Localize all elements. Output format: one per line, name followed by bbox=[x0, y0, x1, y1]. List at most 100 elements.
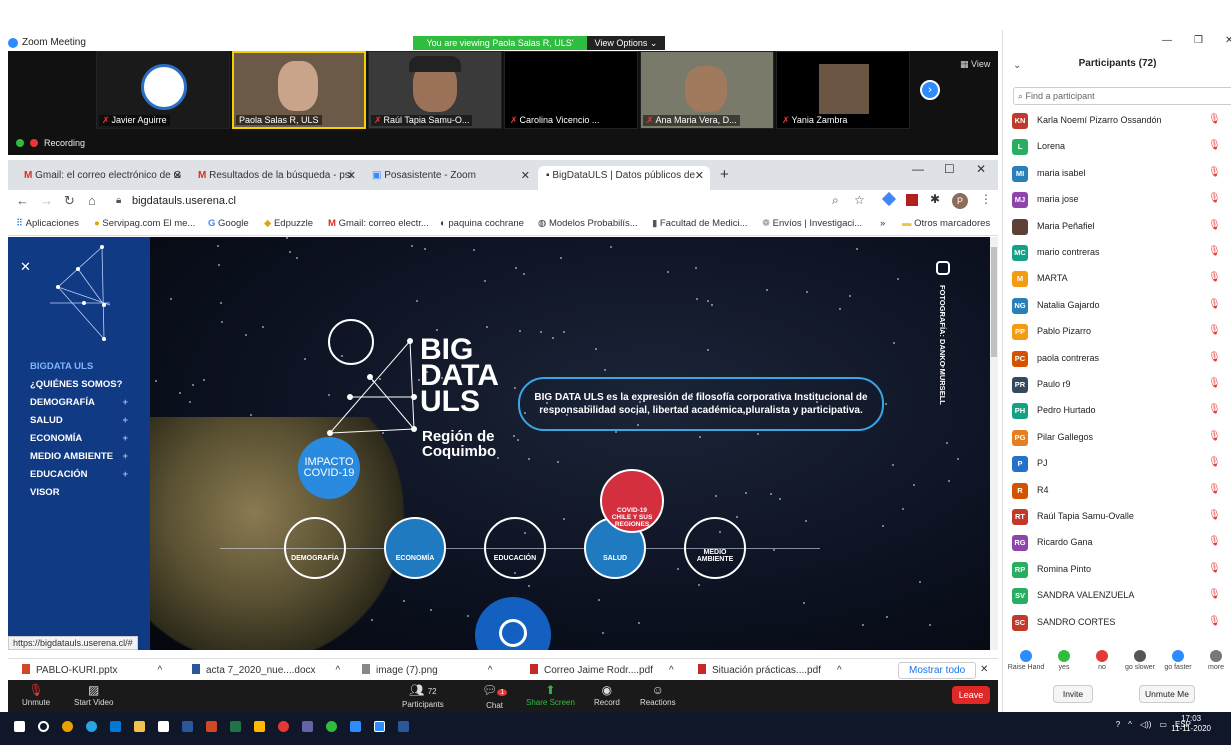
close-downloads-icon[interactable]: ✕ bbox=[980, 664, 988, 675]
word-icon[interactable] bbox=[398, 721, 409, 732]
back-icon[interactable]: ← bbox=[16, 193, 29, 208]
menu-item-educacion[interactable]: EDUCACIÓN + bbox=[30, 469, 128, 487]
menu-item-visor[interactable]: VISOR bbox=[30, 487, 128, 505]
participant-row[interactable]: R R4 🎙︎ bbox=[1003, 478, 1231, 504]
instagram-icon[interactable] bbox=[936, 261, 950, 275]
bookmark[interactable]: ◍ Modelos Probabilís... bbox=[538, 218, 638, 229]
app-icon[interactable] bbox=[278, 721, 289, 732]
reaction-button[interactable]: no bbox=[1083, 650, 1121, 671]
participant-row[interactable]: RP Romina Pinto 🎙︎ bbox=[1003, 557, 1231, 583]
participant-row[interactable]: MC mario contreras 🎙︎ bbox=[1003, 240, 1231, 266]
edge-icon[interactable] bbox=[86, 721, 97, 732]
download-item[interactable]: PABLO-KURI.pptx ^ bbox=[22, 664, 162, 676]
video-tile-active[interactable]: Paola Salas R, ULS bbox=[232, 51, 366, 129]
star-icon[interactable]: ☆ bbox=[854, 193, 865, 207]
bookmark[interactable]: M Gmail: correo electr... bbox=[328, 218, 429, 229]
bookmark[interactable]: ◆ Edpuzzle bbox=[264, 218, 313, 229]
maximize-icon[interactable]: ☐ bbox=[944, 162, 955, 176]
reaction-button[interactable]: yes bbox=[1045, 650, 1083, 671]
volume-icon[interactable]: ◁)) bbox=[1140, 720, 1151, 729]
bookmark[interactable]: G Google bbox=[208, 218, 249, 229]
circle-medio-ambiente[interactable]: MEDIO AMBIENTE bbox=[684, 517, 746, 579]
pdf-extension-icon[interactable] bbox=[906, 194, 918, 206]
forward-icon[interactable]: → bbox=[40, 193, 53, 208]
network-icon[interactable]: ▭ bbox=[1159, 720, 1167, 729]
chat-button[interactable]: 💬︎ 1 Chat bbox=[482, 682, 508, 710]
video-tile[interactable]: ✗ Carolina Vicencio ... bbox=[504, 51, 638, 129]
impacto-covid-button[interactable]: IMPACTO COVID-19 bbox=[298, 437, 360, 499]
reload-icon[interactable]: ↻ bbox=[64, 193, 75, 209]
participant-row[interactable]: PG Pilar Gallegos 🎙︎ bbox=[1003, 425, 1231, 451]
close-menu-icon[interactable]: ✕ bbox=[20, 259, 31, 275]
search-icon[interactable] bbox=[38, 721, 49, 732]
bookmark[interactable]: ❁ Envíos | Investigaci... bbox=[762, 218, 862, 229]
browser-tab[interactable]: M Resultados de la búsqueda - psi ✕ bbox=[190, 166, 362, 190]
bookmark-apps[interactable]: ⠿ Aplicaciones bbox=[16, 218, 79, 229]
menu-kebab-icon[interactable]: ⋮ bbox=[980, 192, 992, 206]
participant-row[interactable]: SC SANDRO CORTES 🎙︎ bbox=[1003, 610, 1231, 636]
profile-avatar[interactable]: P bbox=[952, 193, 968, 209]
reaction-button[interactable]: go faster bbox=[1159, 650, 1197, 671]
download-item[interactable]: Correo Jaime Rodr....pdf ^ bbox=[530, 664, 674, 676]
menu-item-salud[interactable]: SALUD + bbox=[30, 415, 128, 433]
leave-button[interactable]: Leave bbox=[952, 686, 990, 704]
record-button[interactable]: ◉ Record bbox=[594, 682, 620, 707]
url-field[interactable]: bigdatauls.userena.cl bbox=[132, 195, 236, 207]
outlook-icon[interactable] bbox=[110, 721, 121, 732]
find-participant-input[interactable]: ⌕ Find a participant bbox=[1013, 87, 1231, 105]
menu-item-bigdata[interactable]: BIGDATA ULS bbox=[30, 361, 128, 379]
word-icon[interactable] bbox=[182, 721, 193, 732]
minimize-icon[interactable]: — bbox=[912, 162, 924, 176]
menu-item-quienes[interactable]: ¿QUIÉNES SOMOS? bbox=[30, 379, 128, 397]
show-all-button[interactable]: Mostrar todo bbox=[898, 662, 977, 679]
covid-chile-badge[interactable]: COVID-19 CHILE Y SUS REGIONES bbox=[600, 469, 664, 533]
browser-tab[interactable]: ▣ Posasistente - Zoom ✕ bbox=[364, 166, 536, 190]
participant-row[interactable]: SV SANDRA VALENZUELA 🎙︎ bbox=[1003, 583, 1231, 609]
participant-row[interactable]: KN Karla Noemí Pizarro Ossandón 🎙︎ bbox=[1003, 108, 1231, 134]
participant-row[interactable]: MJ maria jose 🎙︎ bbox=[1003, 187, 1231, 213]
video-tile[interactable]: ✗ Raúl Tapia Samu-O... bbox=[368, 51, 502, 129]
zoom-meeting-taskbar-icon[interactable] bbox=[374, 721, 385, 732]
participant-row[interactable]: PH Pedro Hurtado 🎙︎ bbox=[1003, 398, 1231, 424]
menu-item-medio-ambiente[interactable]: MEDIO AMBIENTE + bbox=[30, 451, 128, 469]
participant-row[interactable]: RG Ricardo Gana 🎙︎ bbox=[1003, 530, 1231, 556]
excel-icon[interactable] bbox=[230, 721, 241, 732]
circle-demografia[interactable]: DEMOGRAFÍA bbox=[284, 517, 346, 579]
minimize-icon[interactable]: — bbox=[1162, 35, 1172, 46]
close-window-icon[interactable]: ✕ bbox=[976, 162, 986, 176]
participant-row[interactable]: PC paola contreras 🎙︎ bbox=[1003, 346, 1231, 372]
app-icon[interactable] bbox=[326, 721, 337, 732]
reaction-button[interactable]: more bbox=[1197, 650, 1231, 671]
participant-row[interactable]: M MARTA 🎙︎ bbox=[1003, 266, 1231, 292]
participant-row[interactable]: Maria Peñafiel 🎙︎ bbox=[1003, 214, 1231, 240]
next-page-icon[interactable]: › bbox=[920, 80, 940, 100]
store-icon[interactable] bbox=[158, 721, 169, 732]
video-tile[interactable]: ✗ Javier Aguirre bbox=[96, 51, 230, 129]
participant-row[interactable]: MI maria isabel 🎙︎ bbox=[1003, 161, 1231, 187]
home-icon[interactable]: ⌂ bbox=[88, 193, 96, 208]
share-screen-button[interactable]: ⬆ Share Screen bbox=[526, 682, 575, 707]
page-scrollbar[interactable] bbox=[990, 237, 998, 650]
close-icon[interactable]: ✕ bbox=[1225, 35, 1231, 46]
other-bookmarks[interactable]: ▬ Otros marcadores bbox=[902, 218, 990, 229]
menu-item-economia[interactable]: ECONOMÍA + bbox=[30, 433, 128, 451]
participants-button[interactable]: 👥︎ 72 Participants bbox=[402, 682, 444, 709]
puzzle-icon[interactable]: ✱ bbox=[930, 192, 940, 206]
bookmark-overflow[interactable]: » bbox=[880, 218, 885, 229]
participant-row[interactable]: P PJ 🎙︎ bbox=[1003, 451, 1231, 477]
windows-start-icon[interactable] bbox=[14, 721, 25, 732]
circle-economia[interactable]: ECONOMÍA bbox=[384, 517, 446, 579]
reactions-button[interactable]: ☺ Reactions bbox=[640, 682, 676, 707]
search-icon[interactable]: ⌕ bbox=[832, 193, 839, 208]
participant-row[interactable]: PP Pablo Pizarro 🎙︎ bbox=[1003, 319, 1231, 345]
video-tile[interactable]: ✗ Ana Maria Vera, D... bbox=[640, 51, 774, 129]
app-icon[interactable] bbox=[254, 721, 265, 732]
invite-button[interactable]: Invite bbox=[1053, 685, 1093, 703]
start-video-button[interactable]: ▨ Start Video bbox=[74, 682, 113, 707]
help-icon[interactable]: ? bbox=[1116, 720, 1120, 729]
reaction-button[interactable]: Raise Hand bbox=[1007, 650, 1045, 671]
powerpoint-icon[interactable] bbox=[206, 721, 217, 732]
download-item[interactable]: acta 7_2020_nue....docx ^ bbox=[192, 664, 340, 676]
chevron-up-icon[interactable]: ^ bbox=[1128, 720, 1132, 729]
participant-row[interactable]: NG Natalia Gajardo 🎙︎ bbox=[1003, 293, 1231, 319]
